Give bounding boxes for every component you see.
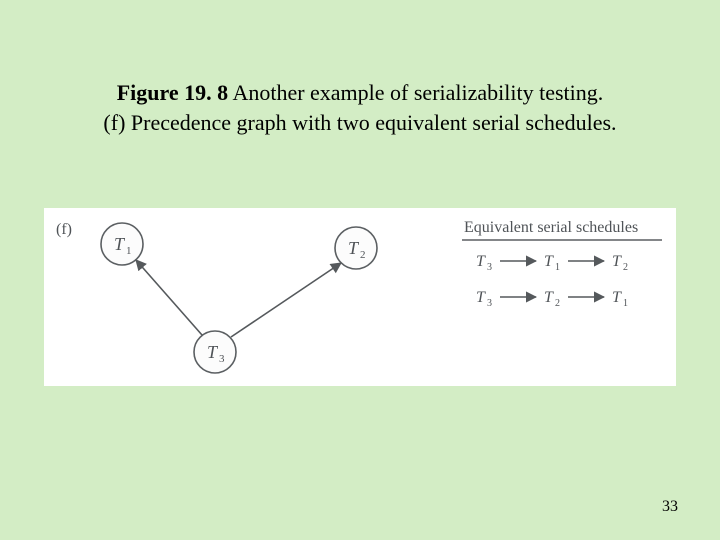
precedence-graph-svg: (f) T 1 T 2 T 3 (44, 208, 676, 386)
node-t2: T 2 (335, 227, 377, 269)
page-number: 33 (662, 498, 678, 516)
figure-panel: (f) T 1 T 2 T 3 (44, 208, 676, 386)
r2-c-sub: 1 (623, 298, 628, 309)
r2-b-sub: 2 (555, 298, 560, 309)
schedules-header: Equivalent serial schedules (464, 219, 638, 236)
node-t1-sub: 1 (126, 245, 132, 257)
edge-t3-t2 (231, 263, 341, 337)
node-t3-sub: 3 (219, 353, 225, 365)
node-t3: T 3 (194, 331, 236, 373)
r1-c-sub: 2 (623, 262, 628, 273)
r1-b: T (544, 253, 554, 270)
figure-caption: Figure 19. 8 Another example of serializ… (0, 78, 720, 137)
edge-t3-t1 (136, 260, 202, 335)
r1-c: T (612, 253, 622, 270)
slide: Figure 19. 8 Another example of serializ… (0, 0, 720, 540)
figure-title-text: Another example of serializability testi… (232, 80, 603, 105)
schedules-block: Equivalent serial schedules T 3 T 1 T 2 … (462, 219, 662, 309)
r2-c: T (612, 289, 622, 306)
schedule-row-2: T 3 T 2 T 1 (476, 289, 628, 309)
schedule-row-1: T 3 T 1 T 2 (476, 253, 628, 273)
r2-a-sub: 3 (487, 298, 492, 309)
r2-b: T (544, 289, 554, 306)
r1-b-sub: 1 (555, 262, 560, 273)
part-label: (f) (56, 221, 72, 238)
node-t1: T 1 (101, 223, 143, 265)
node-t2-sub: 2 (360, 249, 366, 261)
figure-subcaption: (f) Precedence graph with two equivalent… (103, 110, 616, 135)
r1-a-sub: 3 (487, 262, 492, 273)
figure-label: Figure 19. 8 (117, 80, 228, 105)
r2-a: T (476, 289, 486, 306)
r1-a: T (476, 253, 486, 270)
